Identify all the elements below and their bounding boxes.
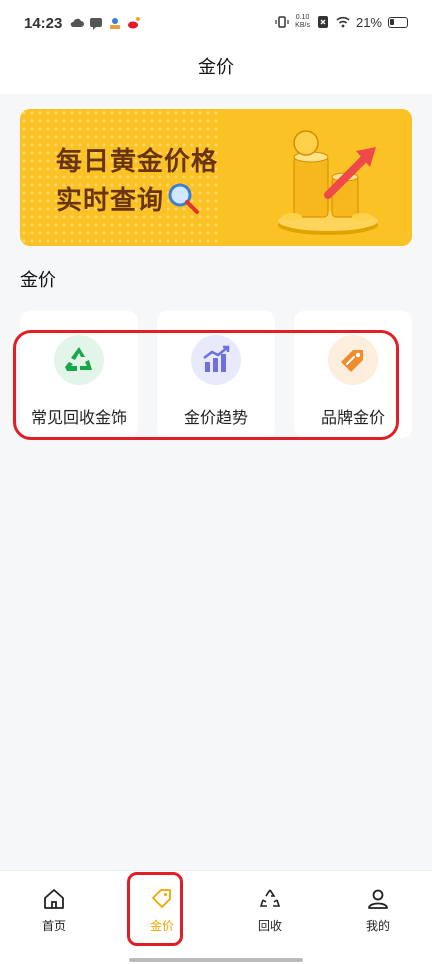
gold-coins-illustration	[278, 130, 378, 235]
wifi-icon	[336, 16, 350, 28]
battery-icon	[388, 16, 408, 28]
banner-line-2-text: 实时查询	[56, 186, 165, 216]
nav-item-mine[interactable]: 我的	[348, 887, 408, 934]
nav-label: 回收	[257, 919, 282, 933]
sim-x-icon	[317, 16, 328, 28]
bottom-nav: 首页 金价 回收 我的	[0, 870, 432, 964]
card-gold-price-trend[interactable]: 金价趋势	[157, 311, 275, 438]
banner-line-2: 实时查询	[56, 181, 218, 220]
message-icon	[90, 18, 102, 30]
nav-item-gold-price[interactable]: 金价	[132, 887, 192, 934]
nav-label: 我的	[365, 919, 390, 933]
card-brand-gold-price[interactable]: 品牌金价	[294, 311, 412, 438]
tag-icon	[152, 889, 171, 908]
nav-item-home[interactable]: 首页	[24, 887, 84, 934]
net-speed: 0.10 KB/s	[295, 14, 310, 30]
card-label: 常见回收金饰	[30, 408, 127, 427]
home-icon	[44, 889, 64, 909]
weibo-icon	[128, 17, 140, 29]
status-time: 14:23	[24, 15, 63, 32]
banner-text: 每日黄金价格 实时查询	[56, 143, 218, 220]
card-label: 金价趋势	[183, 408, 248, 427]
cloud-icon	[70, 18, 84, 27]
nav-item-recycle[interactable]: 回收	[240, 887, 300, 934]
battery-percent: 21%	[355, 14, 382, 30]
magnifier-icon	[168, 183, 200, 214]
trend-chart-icon	[203, 345, 230, 372]
card-icon-wrap	[54, 335, 104, 385]
banner-line-1: 每日黄金价格	[56, 147, 219, 177]
net-speed-unit: KB/s	[295, 22, 310, 29]
page-header: 金价	[0, 50, 432, 94]
user-icon	[368, 889, 388, 909]
card-common-recycled-jewelry[interactable]: 常见回收金饰	[20, 311, 138, 438]
recycle-icon	[259, 889, 281, 907]
net-speed-value: 0.10	[295, 14, 310, 21]
price-tag-icon	[341, 350, 363, 372]
card-icon-wrap	[191, 335, 241, 385]
status-notification-icons	[70, 16, 141, 30]
section-title: 金价	[20, 270, 56, 291]
nav-label: 首页	[41, 919, 66, 933]
card-icon-wrap	[328, 335, 378, 385]
home-indicator[interactable]	[129, 958, 303, 962]
status-bar: 14:23 0.10 KB/s 21%	[0, 0, 432, 50]
page-title: 金价	[198, 57, 234, 78]
vibrate-icon	[275, 16, 289, 28]
status-right-group: 0.10 KB/s 21%	[275, 14, 408, 30]
app-icon	[110, 18, 120, 29]
card-label: 品牌金价	[320, 408, 385, 427]
nav-label: 金价	[149, 919, 174, 933]
promo-banner[interactable]: 每日黄金价格 实时查询	[20, 109, 412, 246]
recycle-icon	[65, 347, 92, 371]
